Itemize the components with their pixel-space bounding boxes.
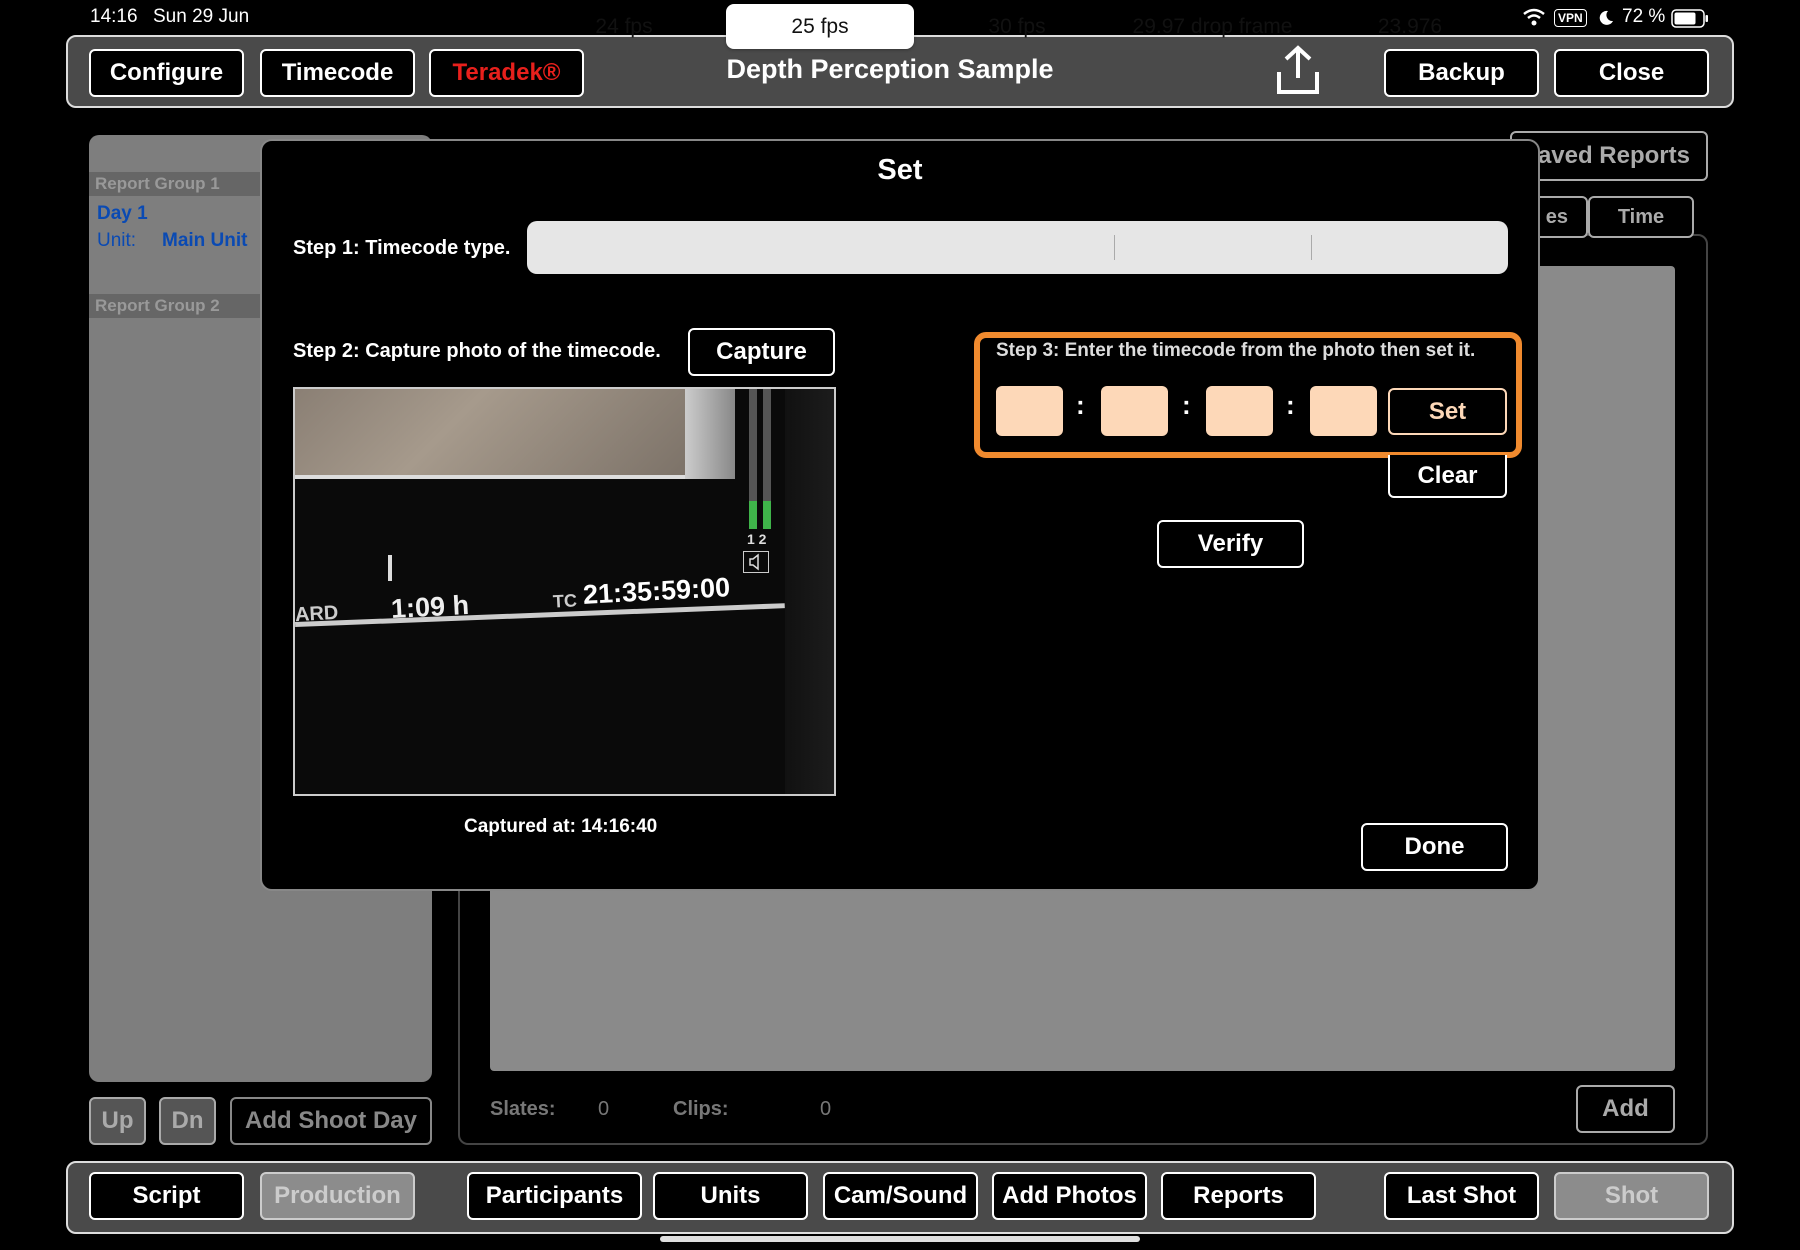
add-button[interactable]: Add bbox=[1576, 1085, 1675, 1133]
verify-button[interactable]: Verify bbox=[1157, 520, 1304, 568]
close-button[interactable]: Close bbox=[1554, 49, 1709, 97]
clips-label: Clips: bbox=[673, 1098, 729, 1120]
status-date: Sun 29 Jun bbox=[153, 6, 250, 27]
slates-value: 0 bbox=[598, 1098, 610, 1120]
captured-at-text: Captured at: 14:16:40 bbox=[464, 816, 658, 837]
photo-top-strip bbox=[295, 389, 685, 479]
vpn-badge: VPN bbox=[1554, 9, 1587, 27]
photo-progress-line bbox=[295, 603, 785, 627]
participants-button[interactable]: Participants bbox=[467, 1172, 642, 1220]
units-button[interactable]: Units bbox=[653, 1172, 808, 1220]
last-shot-button[interactable]: Last Shot bbox=[1384, 1172, 1539, 1220]
done-button[interactable]: Done bbox=[1361, 823, 1508, 871]
fps-option-30[interactable]: 30 fps bbox=[920, 0, 1114, 53]
unit-label: Unit: bbox=[97, 230, 137, 251]
battery-icon bbox=[1671, 9, 1709, 28]
set-button[interactable]: Set bbox=[1388, 388, 1507, 435]
day-1-label[interactable]: Day 1 bbox=[97, 203, 148, 225]
tc-hours-field[interactable] bbox=[996, 386, 1063, 436]
capture-button[interactable]: Capture bbox=[688, 328, 835, 376]
timecode-button[interactable]: Timecode bbox=[260, 49, 415, 97]
audio-meter bbox=[763, 389, 771, 529]
report-group-2-header: Report Group 2 bbox=[89, 294, 269, 318]
photo-tick-mark bbox=[388, 555, 392, 581]
tab-time[interactable]: Time bbox=[1588, 196, 1694, 238]
status-time: 14:16 bbox=[90, 6, 138, 27]
wifi-icon bbox=[1522, 8, 1546, 26]
photo-timecode: 21:35:59:00 bbox=[582, 572, 731, 610]
step3-label: Step 3: Enter the timecode from the phot… bbox=[996, 340, 1476, 361]
dn-button[interactable]: Dn bbox=[159, 1097, 216, 1145]
photo-grey-band bbox=[685, 389, 735, 479]
teradek-button[interactable]: Teradek® bbox=[429, 49, 584, 97]
shot-button[interactable]: Shot bbox=[1554, 1172, 1709, 1220]
add-photos-button[interactable]: Add Photos bbox=[992, 1172, 1147, 1220]
configure-button[interactable]: Configure bbox=[89, 49, 244, 97]
moon-icon bbox=[1597, 9, 1615, 27]
audio-meter bbox=[749, 389, 757, 529]
backup-button[interactable]: Backup bbox=[1384, 49, 1539, 97]
up-button[interactable]: Up bbox=[89, 1097, 146, 1145]
cam-sound-button[interactable]: Cam/Sound bbox=[823, 1172, 978, 1220]
tc-separator: : bbox=[1076, 390, 1085, 420]
fps-option-24[interactable]: 24 fps bbox=[527, 0, 721, 53]
tc-frames-field[interactable] bbox=[1310, 386, 1377, 436]
audio-channels-text: 1 2 bbox=[747, 531, 767, 547]
production-button[interactable]: Production bbox=[260, 1172, 415, 1220]
battery-percent: 72 % bbox=[1622, 6, 1666, 27]
photo-right-edge bbox=[785, 389, 834, 794]
page-title: Depth Perception Sample bbox=[726, 54, 1054, 84]
fps-option-2997df[interactable]: 29.97 drop frame bbox=[1115, 0, 1310, 53]
photo-tc-prefix: TC bbox=[552, 590, 578, 612]
clips-value: 0 bbox=[820, 1098, 832, 1120]
step1-label: Step 1: Timecode type. bbox=[293, 237, 511, 259]
tc-seconds-field[interactable] bbox=[1206, 386, 1273, 436]
slates-label: Slates: bbox=[490, 1098, 556, 1120]
segment-divider bbox=[1114, 235, 1115, 260]
script-button[interactable]: Script bbox=[89, 1172, 244, 1220]
fps-option-25[interactable]: 25 fps bbox=[726, 4, 914, 49]
step2-label: Step 2: Capture photo of the timecode. bbox=[293, 340, 661, 362]
dialog-title: Set bbox=[877, 154, 923, 186]
unit-value: Main Unit bbox=[162, 230, 248, 251]
reports-button[interactable]: Reports bbox=[1161, 1172, 1316, 1220]
fps-option-23976[interactable]: 23.976 bbox=[1312, 0, 1508, 53]
home-indicator bbox=[660, 1236, 1140, 1242]
tc-separator: : bbox=[1286, 390, 1295, 420]
captured-timecode-photo: 1 2 ARD 1:09 h TC 21:35:59:00 bbox=[293, 387, 836, 796]
fps-segmented-control bbox=[527, 221, 1508, 274]
speaker-icon bbox=[743, 551, 769, 573]
tc-minutes-field[interactable] bbox=[1101, 386, 1168, 436]
segment-divider bbox=[1311, 235, 1312, 260]
add-shoot-day-button[interactable]: Add Shoot Day bbox=[230, 1097, 432, 1145]
clear-button[interactable]: Clear bbox=[1388, 455, 1507, 498]
report-group-1-header: Report Group 1 bbox=[89, 172, 269, 196]
tc-separator: : bbox=[1182, 390, 1191, 420]
photo-frame-edge bbox=[295, 475, 685, 479]
